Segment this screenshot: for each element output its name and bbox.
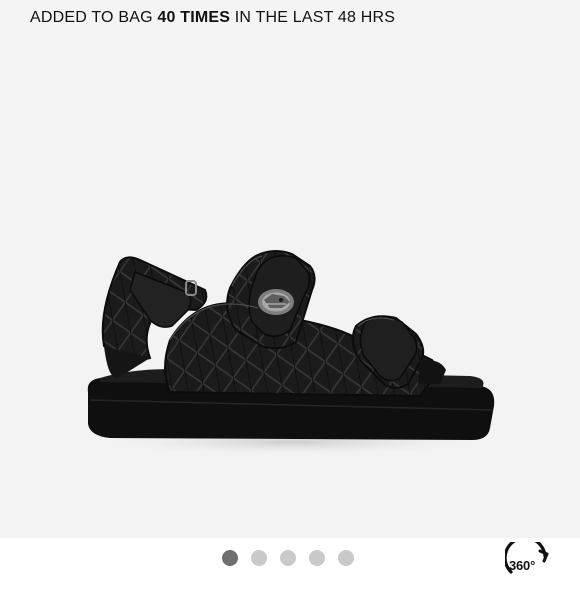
carousel-dot-1[interactable]: [222, 550, 238, 566]
gallery-controls: 360°: [0, 538, 580, 580]
carousel-dot-2[interactable]: [251, 550, 267, 566]
product-image[interactable]: [0, 40, 580, 538]
banner-prefix: ADDED TO BAG: [30, 9, 158, 26]
view-360-button[interactable]: 360°: [505, 542, 553, 590]
carousel-dot-4[interactable]: [309, 550, 325, 566]
view-360-label: 360°: [509, 558, 536, 573]
social-proof-banner: ADDED TO BAG 40 TIMES IN THE LAST 48 HRS: [0, 0, 580, 40]
eagle-ornament-icon: [258, 289, 294, 315]
social-proof-text: ADDED TO BAG 40 TIMES IN THE LAST 48 HRS: [30, 9, 395, 27]
carousel-pagination: [222, 550, 354, 566]
product-gallery: ADDED TO BAG 40 TIMES IN THE LAST 48 HRS: [0, 0, 580, 580]
carousel-dot-5[interactable]: [338, 550, 354, 566]
sandal-illustration: [77, 250, 507, 456]
banner-suffix: IN THE LAST 48 HRS: [230, 9, 396, 26]
carousel-dot-3[interactable]: [280, 550, 296, 566]
banner-count: 40 TIMES: [157, 9, 231, 26]
